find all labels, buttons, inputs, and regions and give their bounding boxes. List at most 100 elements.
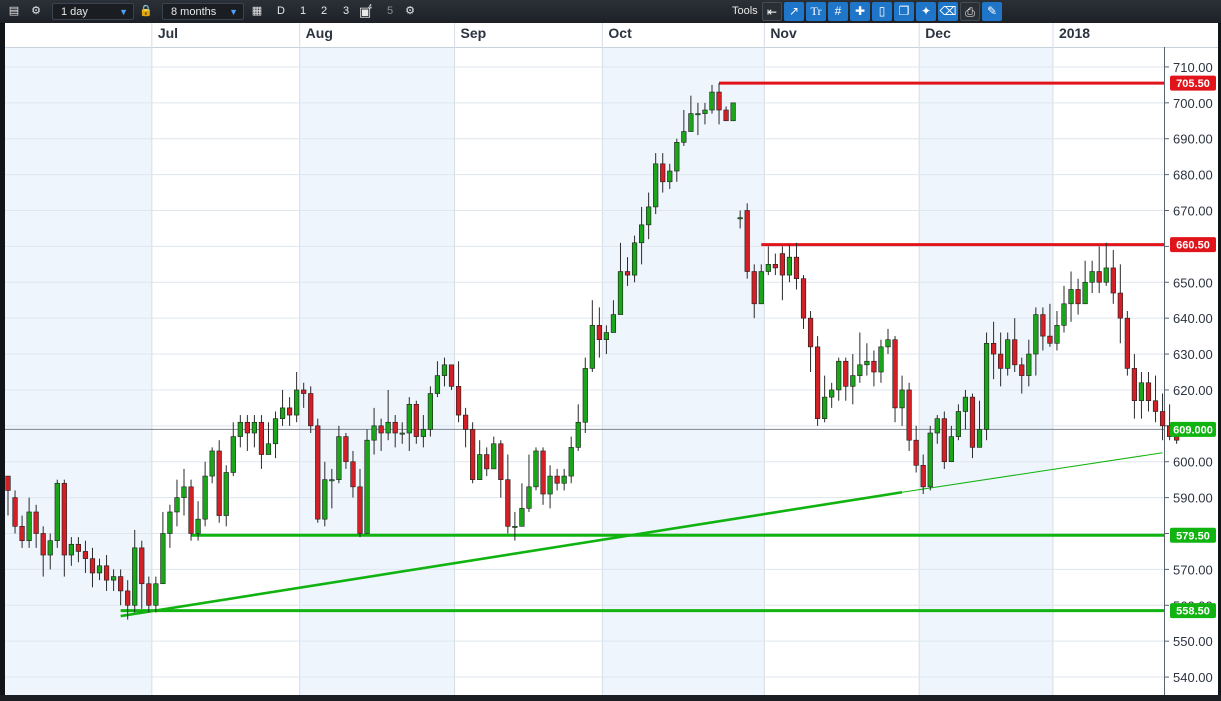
calendar-icon[interactable]: ▦ — [249, 3, 265, 20]
chart-canvas[interactable]: JulAugSepOctNovDec2018540.00550.00560.00… — [5, 23, 1218, 695]
candle-down — [1145, 382, 1152, 402]
candle-up — [96, 565, 103, 574]
candle-down — [462, 414, 469, 430]
range-dropdown[interactable]: 8 months ▼ — [162, 3, 244, 20]
candle-down — [33, 511, 39, 534]
candle-up — [202, 475, 208, 520]
candle-down — [906, 389, 912, 441]
layout-1-button[interactable]: 1 — [295, 3, 311, 20]
candle-down — [751, 271, 757, 305]
candle-up — [371, 425, 377, 441]
candle-up — [167, 511, 173, 534]
candle-up — [681, 131, 687, 143]
layout-settings-gear-icon[interactable]: ⚙ — [402, 3, 418, 20]
candle-down — [103, 565, 110, 581]
y-tick-label: 690.00 — [1173, 132, 1213, 147]
x-tick-label: Aug — [306, 25, 333, 41]
candle-up — [1089, 271, 1095, 283]
candle-up — [111, 576, 117, 581]
candle-type-icon[interactable]: ▯ — [872, 2, 892, 21]
candle-down — [1047, 335, 1053, 344]
candle-up — [519, 508, 525, 527]
candle-up — [653, 163, 659, 208]
y-tick-label: 590.00 — [1173, 491, 1213, 506]
period-day-button[interactable]: D — [273, 3, 289, 20]
candle-down — [357, 486, 363, 534]
candle-down — [814, 346, 821, 419]
layout-2-button[interactable]: 2 — [316, 3, 332, 20]
y-tick-label: 650.00 — [1173, 275, 1213, 290]
candle-down — [258, 421, 265, 455]
line-tool-icon[interactable]: ↗ — [784, 2, 804, 21]
candle-up — [181, 486, 187, 498]
candle-down — [1040, 314, 1046, 337]
candle-down — [40, 533, 46, 556]
price-chart[interactable]: JulAugSepOctNovDec2018540.00550.00560.00… — [5, 23, 1218, 695]
candle-up — [160, 533, 166, 585]
x-tick-label: Dec — [925, 25, 951, 41]
candle-up — [512, 526, 518, 528]
candle-down — [1117, 292, 1123, 319]
candle-up — [575, 421, 581, 448]
candle-down — [913, 439, 919, 466]
candle-up — [948, 436, 954, 463]
candle-down — [350, 461, 356, 488]
support-price-tag-label: 558.50 — [1176, 606, 1210, 618]
resistance-price-tag-label: 660.50 — [1176, 240, 1210, 252]
candle-down — [413, 403, 419, 437]
candle-up — [850, 375, 856, 387]
text-tool-icon[interactable]: Tr — [806, 2, 826, 21]
candle-up — [589, 325, 595, 369]
layout-4-badge: 4 — [368, 4, 372, 11]
lock-icon[interactable]: 🔒 — [139, 3, 153, 20]
candle-up — [1054, 325, 1060, 344]
layout-4-button[interactable]: ▣ 4 — [357, 3, 373, 20]
menu-icon[interactable]: ▤ — [6, 3, 22, 20]
back-arrow-icon[interactable]: ⇤ — [762, 2, 782, 21]
settings-gear-icon[interactable]: ⚙ — [27, 3, 45, 20]
candle-down — [1152, 400, 1159, 412]
candle-up — [786, 256, 793, 276]
candle-up — [688, 113, 694, 132]
candle-up — [836, 360, 842, 391]
overlay-tool-icon[interactable]: ❐ — [894, 2, 914, 21]
candle-down — [772, 264, 778, 269]
y-tick-label: 670.00 — [1173, 204, 1213, 219]
candle-up — [1005, 339, 1011, 369]
chevron-down-icon: ▼ — [119, 7, 128, 17]
y-tick-label: 680.00 — [1173, 168, 1213, 183]
candle-up — [491, 443, 497, 470]
interval-dropdown[interactable]: 1 day ▼ — [52, 3, 134, 20]
candle-up — [631, 242, 638, 276]
candle-down — [596, 325, 602, 341]
layout-3-button[interactable]: 3 — [338, 3, 354, 20]
candle-up — [934, 418, 940, 434]
crosshair-tool-icon[interactable]: ✚ — [850, 2, 870, 21]
candle-up — [265, 443, 272, 455]
bottom-scrollbar-track — [0, 695, 1221, 701]
print-icon[interactable]: ⎙ — [960, 2, 980, 21]
candle-down — [378, 425, 384, 434]
candle-up — [864, 360, 870, 366]
fork-tool-icon[interactable]: ✦ — [916, 2, 936, 21]
candle-down — [301, 389, 307, 394]
candle-up — [434, 375, 441, 394]
candle-down — [554, 475, 560, 484]
candle-up — [667, 170, 673, 183]
layout-5-button[interactable]: 5 — [382, 3, 398, 20]
candle-up — [477, 454, 483, 480]
tools-settings-icon[interactable]: ✎ — [982, 2, 1002, 21]
grid-tool-icon[interactable]: # — [828, 2, 848, 21]
candle-down — [146, 583, 152, 606]
candle-up — [322, 479, 328, 520]
y-tick-label: 630.00 — [1173, 347, 1213, 362]
eraser-icon[interactable]: ⌫ — [938, 2, 958, 21]
support-trendline[interactable] — [120, 490, 903, 618]
candle-up — [406, 403, 412, 434]
candle-up — [955, 411, 961, 437]
candle-up — [983, 342, 990, 430]
candle-down — [308, 393, 314, 427]
candle-down — [448, 364, 455, 387]
candle-down — [75, 543, 81, 552]
candle-down — [779, 253, 785, 276]
